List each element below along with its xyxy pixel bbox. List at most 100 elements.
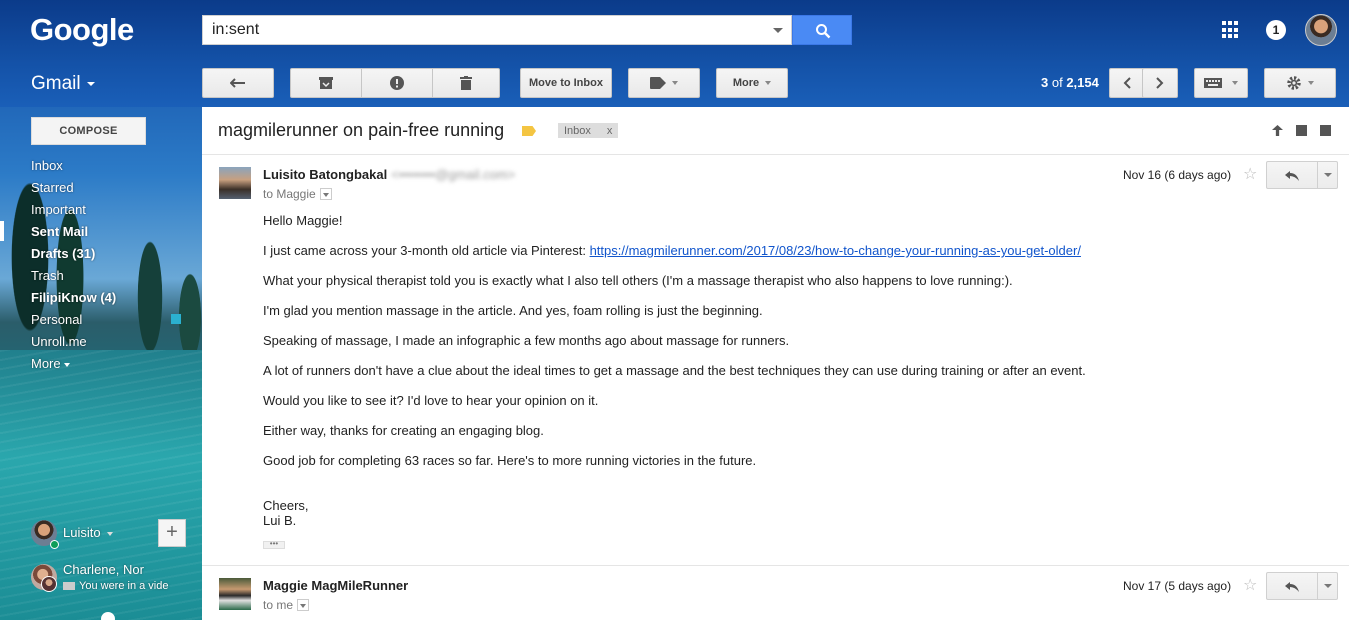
sender-email: <••••••••@gmail.com>	[391, 167, 516, 182]
sidebar-item-sent-mail[interactable]: Sent Mail	[31, 221, 116, 243]
compose-button[interactable]: COMPOSE	[31, 117, 146, 145]
print-icon[interactable]	[1296, 125, 1307, 136]
sidebar-item-more-label: More	[31, 356, 61, 371]
sidebar-item-trash[interactable]: Trash	[31, 265, 116, 287]
chevron-left-icon	[1123, 77, 1131, 89]
body-paragraph: I just came across your 3-month old arti…	[263, 243, 1323, 273]
gmail-menu[interactable]: Gmail	[31, 73, 95, 95]
recipient-text: to me	[263, 598, 294, 612]
sidebar-item-personal[interactable]: Personal	[31, 309, 116, 331]
reply-arrow-icon	[1285, 579, 1299, 595]
sender-avatar[interactable]	[219, 578, 251, 610]
article-link[interactable]: https://magmilerunner.com/2017/08/23/how…	[590, 243, 1081, 258]
sender-name-text: Luisito Batongbakal	[263, 167, 388, 182]
body-paragraph: Would you like to see it? I'd love to he…	[263, 393, 599, 408]
chevron-down-icon	[63, 362, 70, 367]
expand-all-icon[interactable]	[1272, 125, 1283, 136]
show-trimmed-content-button[interactable]: •••	[263, 540, 285, 549]
divider	[202, 154, 1349, 155]
search-input[interactable]: in:sent	[202, 15, 792, 45]
search-options-chevron-icon[interactable]	[773, 28, 783, 33]
new-conversation-button[interactable]: +	[158, 519, 186, 547]
recipient-text: to Maggie	[263, 187, 316, 201]
show-details-chevron-icon[interactable]	[297, 598, 310, 611]
hangouts-contact-status: You were in a vide	[63, 580, 173, 592]
chevron-right-icon	[1156, 77, 1164, 89]
sender-name[interactable]: Luisito Batongbakal <••••••••@gmail.com>	[263, 167, 515, 182]
more-actions-button[interactable]: More	[716, 68, 788, 98]
label-color-swatch[interactable]	[171, 314, 181, 324]
chevron-down-icon	[765, 81, 772, 85]
hangouts-icon[interactable]	[101, 612, 115, 620]
archive-button[interactable]	[291, 68, 361, 98]
star-icon[interactable]: ☆	[1243, 164, 1257, 184]
divider	[1317, 573, 1318, 599]
body-paragraph: Either way, thanks for creating an engag…	[263, 423, 544, 438]
chevron-down-icon	[106, 531, 113, 536]
google-logo[interactable]: Google	[30, 12, 134, 48]
spam-exclamation-icon	[390, 76, 404, 90]
body-paragraph: What your physical therapist told you is…	[263, 273, 1013, 288]
hangouts-contact-avatar-secondary	[41, 576, 57, 592]
labels-button[interactable]	[628, 68, 700, 98]
recipient-line: to me	[263, 598, 310, 612]
body-paragraph-text: I just came across your 3-month old arti…	[263, 243, 590, 258]
label-tag-icon	[650, 77, 666, 89]
more-reply-options-chevron-icon[interactable]	[1324, 173, 1332, 177]
search-icon	[816, 24, 831, 39]
sender-name[interactable]: Maggie MagMileRunner	[263, 578, 408, 593]
more-reply-options-chevron-icon[interactable]	[1324, 584, 1332, 588]
chevron-down-icon	[1308, 81, 1314, 85]
back-button[interactable]	[202, 68, 274, 98]
body-paragraph: Good job for completing 63 races so far.…	[263, 453, 757, 468]
star-icon[interactable]: ☆	[1243, 575, 1257, 595]
active-nav-indicator	[0, 221, 4, 241]
sidebar-item-inbox[interactable]: Inbox	[31, 155, 116, 177]
sidebar-item-important[interactable]: Important	[31, 199, 116, 221]
apps-grid-icon[interactable]	[1222, 21, 1240, 39]
notifications-badge[interactable]: 1	[1266, 20, 1286, 40]
message-date[interactable]: Nov 17 (5 days ago)	[1123, 579, 1231, 593]
account-avatar[interactable]	[1305, 14, 1337, 46]
online-status-dot	[50, 540, 59, 549]
sender-avatar[interactable]	[219, 167, 251, 199]
older-button[interactable]	[1142, 68, 1178, 98]
search-button[interactable]	[792, 15, 852, 45]
important-marker-icon[interactable]	[522, 126, 536, 136]
show-details-chevron-icon[interactable]	[319, 187, 332, 200]
sidebar-nav: Inbox Starred Important Sent Mail Drafts…	[31, 155, 116, 375]
reply-button[interactable]	[1266, 161, 1338, 189]
sidebar-item-filipiknow[interactable]: FilipiKnow (4)	[31, 287, 116, 309]
reply-button[interactable]	[1266, 572, 1338, 600]
message-view: magmilerunner on pain-free running Inbox…	[202, 107, 1349, 620]
settings-button[interactable]	[1264, 68, 1336, 98]
message-date[interactable]: Nov 16 (6 days ago)	[1123, 168, 1231, 182]
sidebar-item-drafts[interactable]: Drafts (31)	[31, 243, 116, 265]
pagination-current: 3	[1041, 75, 1049, 90]
new-window-icon[interactable]	[1320, 125, 1331, 136]
sidebar-item-starred[interactable]: Starred	[31, 177, 116, 199]
chevron-down-icon	[672, 81, 678, 85]
thread-header-icons	[1272, 125, 1331, 136]
label-chip-text: Inbox	[564, 124, 591, 137]
move-to-inbox-button[interactable]: Move to Inbox	[520, 68, 612, 98]
pagination-of: of	[1051, 75, 1063, 90]
remove-label-button[interactable]: x	[607, 125, 613, 137]
recipient-line: to Maggie	[263, 187, 332, 201]
sidebar-item-unroll-me[interactable]: Unroll.me	[31, 331, 116, 353]
back-arrow-icon	[230, 78, 245, 88]
body-paragraph: Hello Maggie!	[263, 213, 343, 228]
keyboard-icon	[1204, 78, 1222, 88]
report-spam-button[interactable]	[362, 68, 432, 98]
body-paragraph: Speaking of massage, I made an infograph…	[263, 333, 790, 348]
hangouts-self-menu[interactable]: Luisito	[63, 525, 113, 540]
hangouts-contact-name[interactable]: Charlene, Nor	[63, 562, 183, 577]
input-tools-button[interactable]	[1194, 68, 1248, 98]
gmail-menu-label: Gmail	[31, 73, 81, 94]
newer-button[interactable]	[1109, 68, 1145, 98]
delete-button[interactable]	[433, 68, 499, 98]
sidebar-item-more[interactable]: More	[31, 353, 116, 375]
label-chip-inbox[interactable]: Inbox x	[558, 123, 619, 138]
hangouts-contact-status-text: You were in a vide	[79, 580, 169, 592]
pagination-total: 2,154	[1066, 75, 1099, 90]
